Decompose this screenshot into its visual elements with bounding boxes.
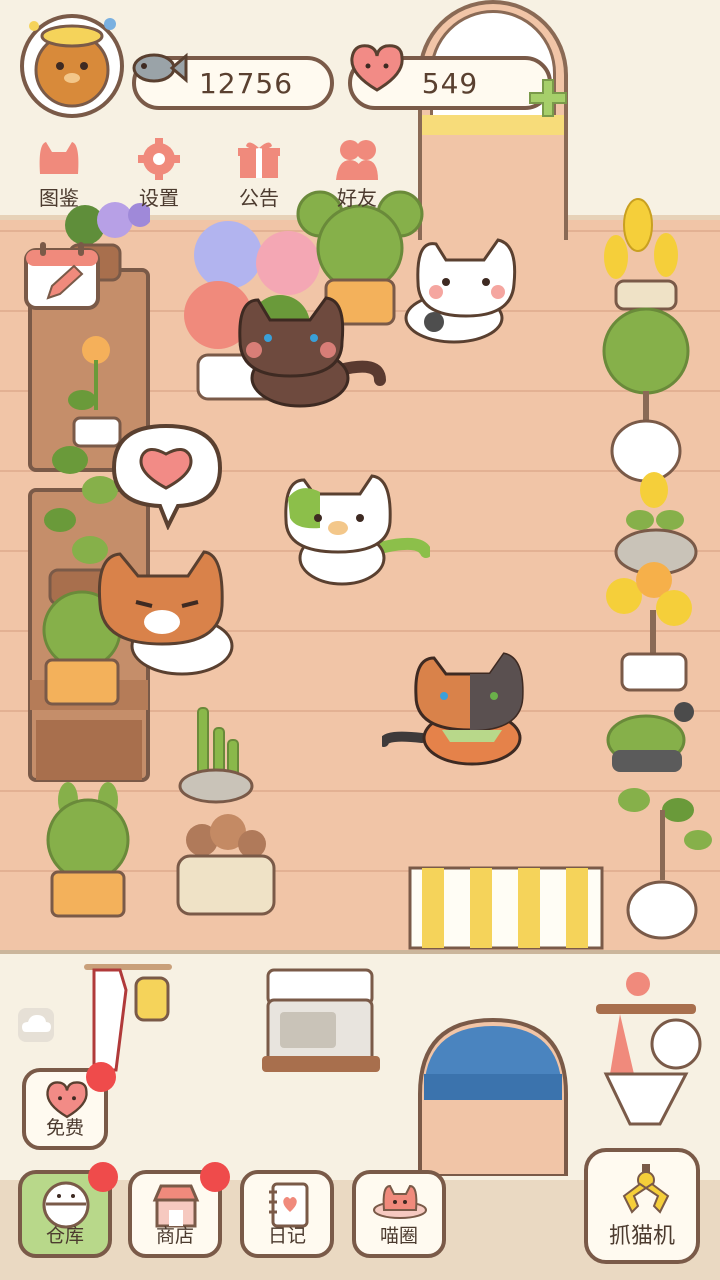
claw-machine-label: 抓猫机: [608, 1224, 675, 1249]
striped-rug: [408, 866, 604, 950]
calico-cat[interactable]: [382, 652, 532, 770]
diary-button[interactable]: 日记: [240, 1170, 334, 1258]
fish-count: 12756: [198, 66, 294, 100]
free-label: 免费: [45, 1117, 84, 1139]
round-tree-pot: [602, 307, 690, 483]
yellow-blossom-tree: [606, 562, 692, 692]
nav-catalog-label: 图鉴: [39, 186, 79, 210]
nav-settings[interactable]: 设置: [114, 138, 204, 218]
warehouse-label: 仓库: [45, 1225, 84, 1247]
gear-icon: [138, 138, 180, 180]
player-avatar[interactable]: [10, 10, 130, 120]
diary-label: 日记: [267, 1225, 306, 1247]
moss-bowl: [606, 702, 694, 772]
mushroom-basket: [176, 814, 276, 916]
warehouse-notification-badge: [88, 1162, 118, 1192]
fish-icon: [132, 52, 188, 84]
nav-settings-label: 设置: [139, 186, 179, 210]
leafy-vine-pot: [618, 788, 712, 940]
heart-currency-icon: [350, 44, 404, 92]
free-notification-badge: [86, 1062, 116, 1092]
yellow-tulip-plant: [604, 198, 678, 311]
gift-icon: [238, 142, 280, 178]
friends-icon: [336, 140, 378, 180]
shop-label: 商店: [155, 1225, 194, 1247]
blue-wave-doorway: [418, 1017, 568, 1176]
heart-count: 549: [421, 66, 479, 100]
cat-circle-label: 喵圈: [379, 1225, 418, 1247]
doorway-curtain: [422, 115, 564, 135]
cloud-save-icon[interactable]: [16, 1006, 56, 1044]
kettle-shelf: [596, 972, 702, 1126]
microwave: [262, 968, 380, 1072]
shop-notification-badge: [200, 1162, 230, 1192]
claw-icon: [622, 1164, 670, 1214]
nav-announcement-label: 公告: [239, 186, 279, 210]
cat-circle-button[interactable]: 喵圈: [352, 1170, 446, 1258]
white-cat[interactable]: [394, 232, 534, 352]
claw-machine-button[interactable]: 抓猫机: [584, 1148, 700, 1264]
cat-face-icon: [39, 142, 79, 174]
nav-friends[interactable]: 好友: [312, 138, 402, 218]
orange-tabby-cat[interactable]: [96, 546, 250, 682]
right-wall: [570, 0, 720, 220]
dark-brown-cat[interactable]: [230, 290, 390, 410]
bunny-topiary: [46, 782, 130, 918]
green-patch-cat[interactable]: [280, 468, 430, 590]
nav-announcement[interactable]: 公告: [214, 138, 304, 218]
nav-catalog[interactable]: 图鉴: [14, 138, 104, 218]
add-hearts-button[interactable]: [528, 78, 568, 118]
nav-friends-label: 好友: [337, 186, 377, 210]
bamboo-pot: [178, 707, 254, 804]
calendar-edit-button[interactable]: [22, 240, 102, 312]
heart-speech-bubble[interactable]: [108, 422, 228, 530]
